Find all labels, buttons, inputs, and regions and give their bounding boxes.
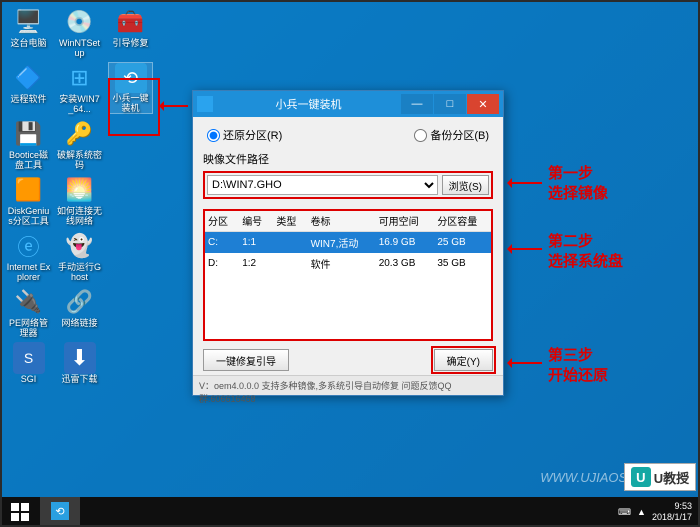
system-tray[interactable]: ⌨ ▲ 9:532018/1/17 [618, 501, 700, 523]
ulogo-badge: UU教授 [624, 463, 696, 491]
path-row: D:\WIN7.GHO 浏览(S) [203, 171, 493, 199]
desktop-icon-winntsetup[interactable]: 💿WinNTSetup [57, 6, 102, 58]
windows-icon [11, 503, 29, 521]
desktop-icon-remote[interactable]: 🔷远程软件 [6, 62, 51, 114]
backup-radio[interactable]: 备份分区(B) [414, 127, 489, 143]
close-button[interactable]: ✕ [467, 94, 499, 114]
app-icon [197, 96, 213, 112]
arrow-icon [508, 362, 542, 364]
callout-step3: 第三步开始还原 [548, 346, 608, 386]
minimize-button[interactable]: — [401, 94, 433, 114]
taskbar-item-installer[interactable]: ⟲ [40, 497, 80, 527]
arrow-icon [160, 105, 188, 107]
maximize-button[interactable]: □ [434, 94, 466, 114]
taskbar: ⟲ ⌨ ▲ 9:532018/1/17 [0, 497, 700, 527]
ok-button[interactable]: 确定(Y) [434, 349, 493, 371]
titlebar[interactable]: 小兵一键装机 — □ ✕ [193, 91, 503, 117]
dialog-title: 小兵一键装机 [217, 96, 400, 112]
desktop-icon-xiaobing[interactable]: ⟲小兵一键装机 [108, 62, 153, 114]
tray-icon[interactable]: ⌨ [618, 507, 631, 518]
start-button[interactable] [0, 497, 40, 527]
desktop-icon-crackpw[interactable]: 🔑破解系统密码 [57, 118, 102, 170]
clock[interactable]: 9:532018/1/17 [652, 501, 692, 523]
arrow-icon [508, 182, 542, 184]
browse-button[interactable]: 浏览(S) [442, 175, 489, 195]
arrow-icon [508, 248, 542, 250]
table-row[interactable]: D:1:2软件20.3 GB35 GB [204, 253, 492, 274]
desktop-icon-win7install[interactable]: ⊞安装WIN7_64... [57, 62, 102, 114]
desktop-icon-diskgenius[interactable]: 🟧DiskGenius分区工具 [6, 174, 51, 226]
desktop-icon-sgi[interactable]: SSGI [6, 342, 51, 394]
callout-step2: 第二步选择系统盘 [548, 232, 623, 272]
installer-dialog: 小兵一键装机 — □ ✕ 还原分区(R) 备份分区(B) 映像文件路径 D:\W… [192, 90, 504, 396]
desktop: 🖥️这台电脑 💿WinNTSetup 🧰引导修复 🔷远程软件 ⊞安装WIN7_6… [6, 6, 186, 398]
status-bar: V：oem4.0.0.0 支持多种镜像,多系统引导自动修复 问题反馈QQ群:60… [193, 375, 503, 395]
desktop-icon-netlink[interactable]: 🔗网络链接 [57, 286, 102, 338]
desktop-icon-bootice[interactable]: 💾Bootice磁盘工具 [6, 118, 51, 170]
desktop-icon-xunlei[interactable]: ⬇迅雷下载 [57, 342, 102, 394]
partition-table[interactable]: 分区 编号 类型 卷标 可用空间 分区容量 C:1:1WIN7,活动16.9 G… [203, 209, 493, 341]
tray-icon[interactable]: ▲ [637, 507, 646, 517]
table-row[interactable]: C:1:1WIN7,活动16.9 GB25 GB [204, 232, 492, 254]
desktop-icon-ghost[interactable]: 👻手动运行Ghost [57, 230, 102, 282]
desktop-icon-this-pc[interactable]: 🖥️这台电脑 [6, 6, 51, 58]
image-path-select[interactable]: D:\WIN7.GHO [207, 175, 438, 195]
desktop-icon-wifi[interactable]: 🌅如何连接无线网络 [57, 174, 102, 226]
restore-radio[interactable]: 还原分区(R) [207, 127, 282, 143]
path-label: 映像文件路径 [203, 151, 493, 167]
desktop-icon-bootrepair[interactable]: 🧰引导修复 [108, 6, 153, 58]
repair-boot-button[interactable]: 一键修复引导 [203, 349, 289, 371]
callout-step1: 第一步选择镜像 [548, 164, 608, 204]
desktop-icon-penet[interactable]: 🔌PE网络管理器 [6, 286, 51, 338]
desktop-icon-ie[interactable]: ⓔInternet Explorer [6, 230, 51, 282]
